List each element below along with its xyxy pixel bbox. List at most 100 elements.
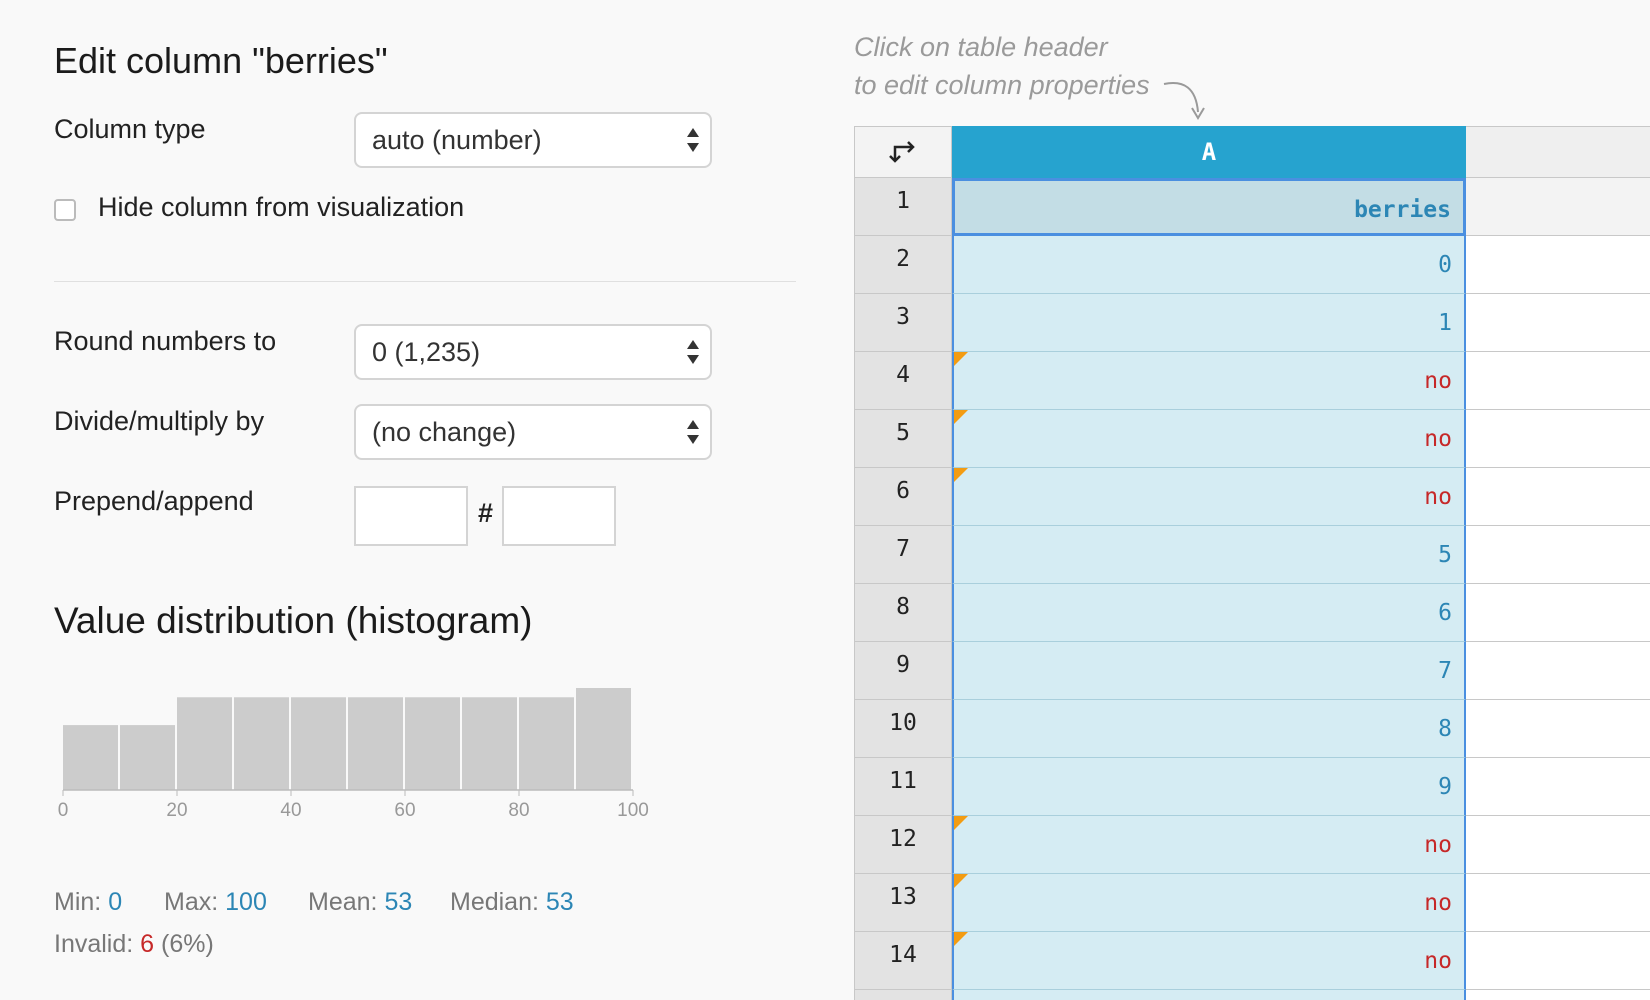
invalid-flag-icon [954, 410, 968, 424]
table-cell[interactable]: 6 [952, 584, 1466, 642]
transpose-icon [889, 141, 915, 163]
transpose-button[interactable] [854, 126, 952, 178]
table-cell[interactable]: 9 [952, 758, 1466, 816]
stat-mean-label: Mean: [308, 888, 378, 916]
table-cell[interactable]: 1 [952, 294, 1466, 352]
empty-cell[interactable] [1466, 352, 1650, 410]
cell-value: no [1424, 426, 1452, 452]
row-number[interactable]: 5 [854, 410, 952, 468]
row-number[interactable]: 6 [854, 468, 952, 526]
empty-cell[interactable] [1466, 642, 1650, 700]
data-table: A 1 berries 2 0 3 1 4 no 5 no 6 no 7 5 8 6 9 7 10 8 11 9 12 no 1… [854, 126, 1650, 1000]
row-number[interactable]: 8 [854, 584, 952, 642]
histogram-tick-label: 20 [166, 800, 187, 821]
table-row: 4 no [854, 352, 1650, 410]
table-row: 20 [854, 236, 1650, 294]
empty-cell[interactable] [1466, 236, 1650, 294]
cell-value: no [1424, 832, 1452, 858]
row-number[interactable]: 2 [854, 236, 952, 294]
table-cell[interactable] [952, 990, 1466, 1000]
stat-min: Min: 0 [54, 888, 122, 917]
empty-cell[interactable] [1466, 410, 1650, 468]
round-numbers-label: Round numbers to [54, 326, 277, 356]
empty-cell[interactable] [1466, 816, 1650, 874]
table-row: 12 no [854, 816, 1650, 874]
row-number[interactable]: 14 [854, 932, 952, 990]
table-row [854, 990, 1650, 1000]
stat-invalid: Invalid: 6 (6%) [54, 930, 214, 959]
table-cell[interactable]: 5 [952, 526, 1466, 584]
cell-value: 1 [1438, 310, 1452, 336]
empty-cell[interactable] [1466, 294, 1650, 352]
select-arrows-icon [687, 420, 699, 444]
empty-cell[interactable] [1466, 990, 1650, 1000]
cell-value: 7 [1438, 658, 1452, 684]
cell-value: no [1424, 890, 1452, 916]
hint-line-2: to edit column properties [854, 70, 1150, 100]
empty-cell[interactable] [1466, 932, 1650, 990]
table-row: 11 9 [854, 758, 1650, 816]
column-header-b[interactable] [1466, 126, 1650, 178]
append-input[interactable] [502, 486, 616, 546]
header-cell[interactable]: berries [952, 178, 1466, 236]
table-cell[interactable]: no [952, 468, 1466, 526]
histogram-bar [177, 697, 232, 790]
empty-cell[interactable] [1466, 178, 1650, 236]
column-editor-panel: Edit column "berries" Column type auto (… [0, 0, 800, 1000]
column-type-value: auto (number) [372, 125, 542, 155]
hide-column-label: Hide column from visualization [98, 192, 465, 222]
empty-cell[interactable] [1466, 758, 1650, 816]
histogram-tick-label: 80 [508, 800, 529, 821]
table-cell[interactable]: no [952, 410, 1466, 468]
row-number[interactable]: 12 [854, 816, 952, 874]
table-row: 5 no [854, 410, 1650, 468]
table-row: 31 [854, 294, 1650, 352]
table-cell[interactable]: no [952, 816, 1466, 874]
panel-title: Edit column "berries" [54, 40, 388, 81]
row-number[interactable]: 10 [854, 700, 952, 758]
histogram-tick-label: 100 [617, 800, 649, 821]
row-number[interactable]: 1 [854, 178, 952, 236]
table-cell[interactable]: no [952, 352, 1466, 410]
column-header-a[interactable]: A [952, 126, 1466, 178]
row-number[interactable]: 11 [854, 758, 952, 816]
histogram-title: Value distribution (histogram) [54, 600, 533, 641]
empty-cell[interactable] [1466, 874, 1650, 932]
empty-cell[interactable] [1466, 526, 1650, 584]
empty-cell[interactable] [1466, 700, 1650, 758]
table-row: 86 [854, 584, 1650, 642]
table-cell[interactable]: no [952, 932, 1466, 990]
table-cell[interactable]: no [952, 874, 1466, 932]
column-type-select[interactable]: auto (number) [354, 112, 712, 168]
divide-multiply-select[interactable]: (no change) [354, 404, 712, 460]
row-number[interactable]: 7 [854, 526, 952, 584]
table-cell[interactable]: 7 [952, 642, 1466, 700]
cell-value: no [1424, 484, 1452, 510]
divide-multiply-value: (no change) [372, 417, 517, 447]
table-row: 75 [854, 526, 1650, 584]
cell-value: no [1424, 948, 1452, 974]
cell-value: no [1424, 368, 1452, 394]
invalid-flag-icon [954, 468, 968, 482]
hint-line-1: Click on table header [854, 32, 1108, 62]
histogram-tick-label: 60 [394, 800, 415, 821]
hide-column-checkbox[interactable] [54, 199, 76, 221]
empty-cell[interactable] [1466, 584, 1650, 642]
round-numbers-select[interactable]: 0 (1,235) [354, 324, 712, 380]
invalid-flag-icon [954, 874, 968, 888]
row-number[interactable]: 9 [854, 642, 952, 700]
empty-cell[interactable] [1466, 468, 1650, 526]
round-numbers-value: 0 (1,235) [372, 337, 481, 367]
row-number[interactable]: 13 [854, 874, 952, 932]
invalid-flag-icon [954, 816, 968, 830]
section-divider [54, 281, 796, 282]
histogram-bar [405, 697, 460, 790]
table-cell[interactable]: 0 [952, 236, 1466, 294]
table-cell[interactable]: 8 [952, 700, 1466, 758]
row-number[interactable]: 3 [854, 294, 952, 352]
invalid-flag-icon [954, 352, 968, 366]
select-arrows-icon [687, 128, 699, 152]
row-number[interactable]: 4 [854, 352, 952, 410]
prepend-input[interactable] [354, 486, 468, 546]
row-number[interactable] [854, 990, 952, 1000]
